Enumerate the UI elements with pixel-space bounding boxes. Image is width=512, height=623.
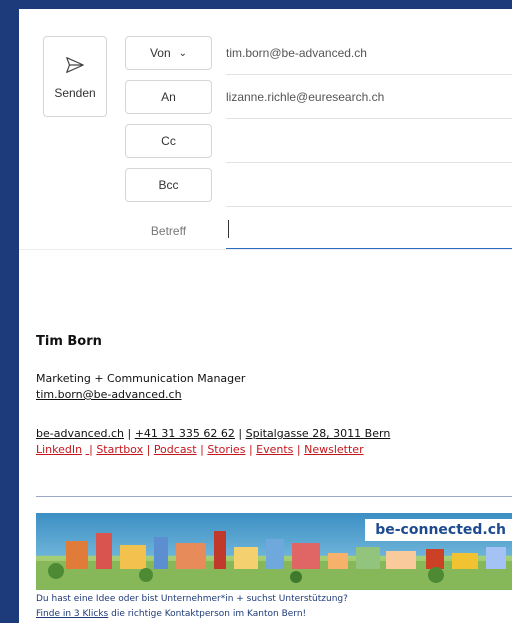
signature-name: Tim Born	[36, 334, 102, 349]
signature-role: Marketing + Communication Manager	[36, 372, 246, 385]
send-icon	[66, 56, 84, 73]
cc-field[interactable]	[226, 119, 512, 163]
startbox-link[interactable]: Startbox	[96, 443, 143, 456]
promo-line-2: Finde in 3 Klicks die richtige Kontaktpe…	[36, 609, 307, 619]
events-link[interactable]: Events	[256, 443, 293, 456]
signature-divider	[36, 496, 512, 497]
podcast-link[interactable]: Podcast	[154, 443, 197, 456]
stories-link[interactable]: Stories	[207, 443, 245, 456]
subject-input[interactable]	[226, 211, 512, 249]
bcc-field[interactable]	[226, 163, 512, 207]
chevron-down-icon: ⌄	[178, 47, 188, 59]
send-button[interactable]: Senden	[43, 36, 107, 117]
from-value: tim.born@be-advanced.ch	[226, 45, 367, 60]
text-caret	[228, 220, 229, 238]
cc-label: Cc	[161, 134, 176, 148]
header-divider	[19, 249, 512, 250]
to-value: lizanne.richle@euresearch.ch	[226, 89, 385, 104]
phone-link[interactable]: +41 31 335 62 62	[135, 427, 235, 440]
promo-line-1: Du hast eine Idee oder bist Unternehmer*…	[36, 594, 348, 604]
bcc-label: Bcc	[158, 178, 179, 192]
linkedin-link[interactable]: LinkedIn	[36, 443, 82, 456]
website-link[interactable]: be-advanced.ch	[36, 427, 124, 440]
to-button[interactable]: An	[125, 80, 212, 114]
promo-link[interactable]: Finde in 3 Klicks	[36, 609, 108, 619]
bcc-button[interactable]: Bcc	[125, 168, 212, 202]
to-field[interactable]: lizanne.richle@euresearch.ch	[226, 75, 512, 119]
signature-contact-line: be-advanced.ch | +41 31 335 62 62 | Spit…	[36, 427, 391, 440]
compose-window: Senden Von ⌄ tim.born@be-advanced.ch An …	[19, 9, 512, 623]
address-link[interactable]: Spitalgasse 28, 3011 Bern	[246, 427, 391, 440]
banner-tag: be-connected.ch	[365, 519, 512, 541]
cc-button[interactable]: Cc	[125, 124, 212, 158]
from-field[interactable]: tim.born@be-advanced.ch	[226, 31, 512, 75]
newsletter-link[interactable]: Newsletter	[304, 443, 363, 456]
from-label: Von	[149, 46, 171, 60]
social-links: LinkedIn | Startbox | Podcast | Stories …	[36, 443, 364, 456]
send-label: Senden	[54, 85, 96, 100]
subject-label: Betreff	[150, 224, 187, 238]
to-label: An	[161, 90, 176, 104]
signature-email-link[interactable]: tim.born@be-advanced.ch	[36, 388, 182, 401]
from-button[interactable]: Von ⌄	[125, 36, 212, 70]
be-connected-banner[interactable]: be-connected.ch	[36, 513, 512, 590]
